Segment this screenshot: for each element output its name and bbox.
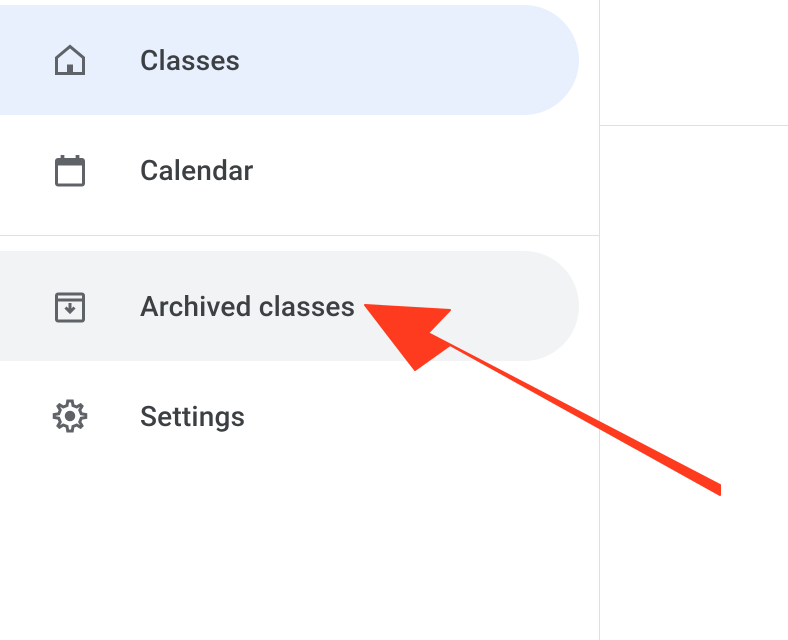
sidebar-item-calendar[interactable]: Calendar [0,115,599,225]
sidebar-section-top: Classes Calendar [0,0,599,225]
sidebar-item-archived-classes[interactable]: Archived classes [0,251,579,361]
settings-icon [50,396,90,436]
archive-icon [50,286,90,326]
sidebar: Classes Calendar [0,0,600,640]
home-icon [50,40,90,80]
content-divider [600,125,788,126]
sidebar-item-label: Classes [140,44,240,77]
sidebar-item-classes[interactable]: Classes [0,5,579,115]
content-area [600,0,788,640]
sidebar-item-label: Settings [140,400,245,433]
sidebar-divider [0,235,599,236]
sidebar-section-bottom: Archived classes Settings [0,246,599,471]
calendar-icon [50,150,90,190]
sidebar-item-label: Calendar [140,154,253,187]
sidebar-item-settings[interactable]: Settings [0,361,599,471]
sidebar-item-label: Archived classes [140,290,355,323]
